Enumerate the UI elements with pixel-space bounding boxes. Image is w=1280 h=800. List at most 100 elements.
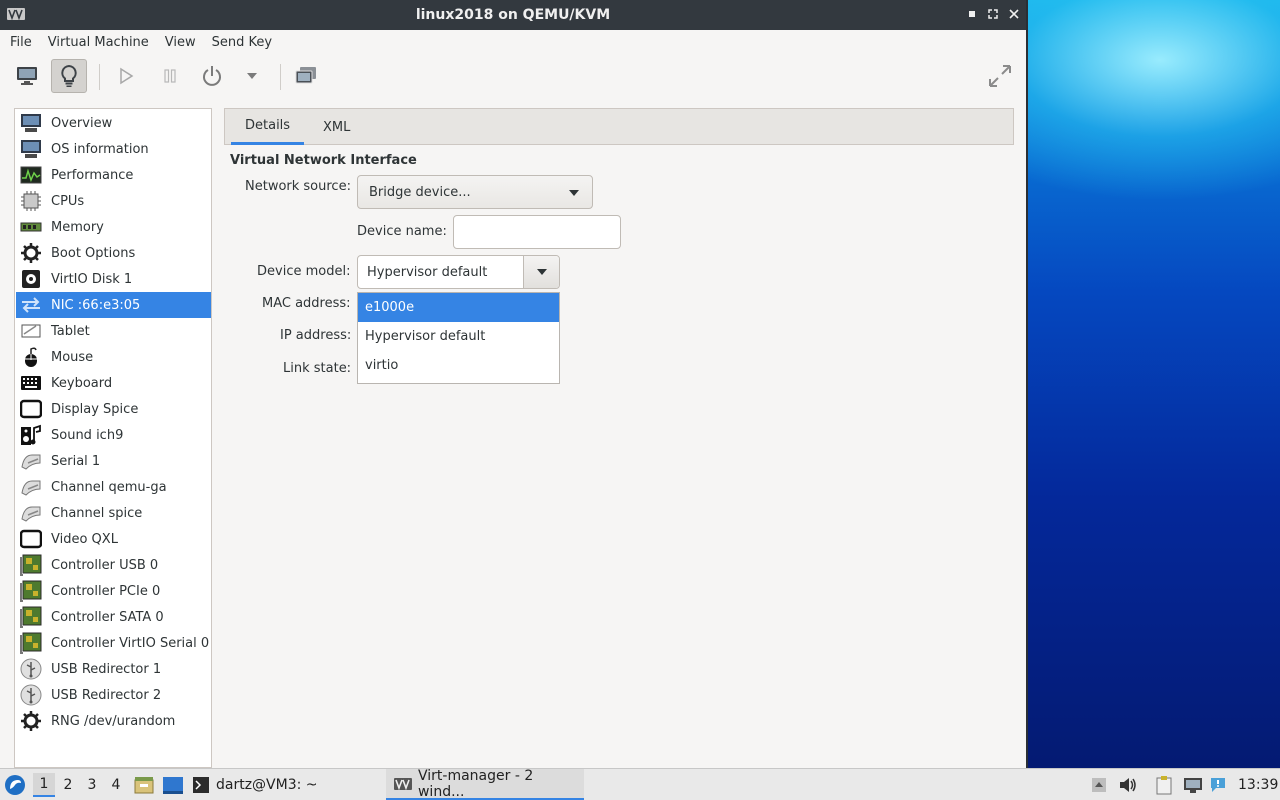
taskbar: 1 2 3 4 dartz@VM3: ~ Virt-manager - 2 wi… xyxy=(0,768,1280,800)
lightbulb-icon xyxy=(61,64,77,87)
sidebar-item-rng[interactable]: RNG /dev/urandom xyxy=(16,708,211,734)
menu-view[interactable]: View xyxy=(157,35,204,50)
sidebar-item-os-information[interactable]: OS information xyxy=(16,136,211,162)
shutdown-button[interactable] xyxy=(194,59,230,93)
terminal-task-label: dartz@VM3: ~ xyxy=(216,776,318,793)
mouse-icon xyxy=(19,346,43,368)
sidebar-item-boot-options[interactable]: Boot Options xyxy=(16,240,211,266)
lxqt-logo-icon xyxy=(5,774,25,795)
serial-cable-icon xyxy=(19,450,43,472)
workspace-4[interactable]: 4 xyxy=(105,773,127,797)
sidebar-item-performance[interactable]: Performance xyxy=(16,162,211,188)
sidebar-item-nic[interactable]: NIC :66:e3:05 xyxy=(16,292,211,318)
sidebar-item-virtio-disk-1[interactable]: VirtIO Disk 1 xyxy=(16,266,211,292)
workspace-3[interactable]: 3 xyxy=(81,773,103,797)
sidebar-item-controller-sata-0[interactable]: Controller SATA 0 xyxy=(16,604,211,630)
sidebar-item-controller-usb-0[interactable]: Controller USB 0 xyxy=(16,552,211,578)
serial-cable-icon xyxy=(19,502,43,524)
snapshots-button[interactable] xyxy=(288,59,324,93)
pause-button[interactable] xyxy=(152,59,188,93)
keyboard-icon xyxy=(19,372,43,394)
device-model-option-virtio[interactable]: virtio xyxy=(358,351,559,380)
device-model-option-hypervisor-default[interactable]: Hypervisor default xyxy=(358,322,559,351)
controller-card-icon xyxy=(19,606,43,628)
sidebar-item-sound-ich9[interactable]: Sound ich9 xyxy=(16,422,211,448)
fullscreen-icon xyxy=(989,65,1011,87)
menu-virtual-machine[interactable]: Virtual Machine xyxy=(40,35,157,50)
tray-network[interactable] xyxy=(1182,769,1204,800)
sidebar-item-controller-pcie-0[interactable]: Controller PCIe 0 xyxy=(16,578,211,604)
device-name-label: Device name: xyxy=(357,224,447,239)
network-arrows-icon xyxy=(19,294,43,316)
sidebar-item-serial-1[interactable]: Serial 1 xyxy=(16,448,211,474)
gear-icon xyxy=(19,242,43,264)
sidebar-item-overview[interactable]: Overview xyxy=(16,110,211,136)
tray-volume[interactable] xyxy=(1118,769,1138,800)
taskbar-task-terminal[interactable]: dartz@VM3: ~ xyxy=(192,769,378,800)
taskbar-task-virt-manager[interactable]: Virt-manager - 2 wind... xyxy=(386,767,584,800)
disk-icon xyxy=(19,268,43,290)
file-manager-launcher[interactable] xyxy=(134,769,154,800)
maximize-button[interactable] xyxy=(985,7,1001,23)
device-model-label: Device model: xyxy=(257,264,351,279)
network-source-combo[interactable]: Bridge device... xyxy=(357,175,593,209)
workspace-1[interactable]: 1 xyxy=(33,773,55,797)
menu-file[interactable]: File xyxy=(2,35,40,50)
device-model-option-e1000e[interactable]: e1000e xyxy=(358,293,559,322)
volume-icon xyxy=(1120,777,1136,792)
terminal-icon xyxy=(193,776,209,793)
controller-card-icon xyxy=(19,580,43,602)
vm-window: linux2018 on QEMU/KVM File Virtual Machi… xyxy=(0,0,1028,768)
minimize-button[interactable] xyxy=(964,7,980,23)
virtmanager-task-label: Virt-manager - 2 wind... xyxy=(417,767,534,800)
virt-manager-icon xyxy=(394,777,412,790)
device-name-input[interactable] xyxy=(453,215,621,249)
display-icon xyxy=(19,398,43,420)
sidebar-item-memory[interactable]: Memory xyxy=(16,214,211,240)
network-source-value: Bridge device... xyxy=(369,184,471,200)
show-details-button[interactable] xyxy=(51,59,87,93)
menu-send-key[interactable]: Send Key xyxy=(204,35,280,50)
run-button[interactable] xyxy=(108,59,144,93)
tab-xml[interactable]: XML xyxy=(309,109,364,145)
network-icon xyxy=(1184,777,1202,793)
tab-bar: Details XML xyxy=(224,108,1014,145)
sidebar-item-cpus[interactable]: CPUs xyxy=(16,188,211,214)
device-model-dropdown-button[interactable] xyxy=(523,256,559,288)
tray-arrow-icon xyxy=(1092,777,1106,792)
show-desktop-launcher[interactable] xyxy=(162,769,184,800)
sidebar-item-controller-virtio-serial-0[interactable]: Controller VirtIO Serial 0 xyxy=(16,630,211,656)
device-model-value: Hypervisor default xyxy=(367,264,488,280)
usb-icon xyxy=(19,684,43,706)
device-model-combo[interactable]: Hypervisor default xyxy=(357,255,560,289)
sidebar-item-display-spice[interactable]: Display Spice xyxy=(16,396,211,422)
sidebar-item-usb-redirector-2[interactable]: USB Redirector 2 xyxy=(16,682,211,708)
workspace-2[interactable]: 2 xyxy=(57,773,79,797)
sidebar-item-usb-redirector-1[interactable]: USB Redirector 1 xyxy=(16,656,211,682)
network-source-label: Network source: xyxy=(245,179,351,194)
start-menu-button[interactable] xyxy=(4,769,28,800)
sidebar-item-mouse[interactable]: Mouse xyxy=(16,344,211,370)
sidebar-item-tablet[interactable]: Tablet xyxy=(16,318,211,344)
sidebar-item-video-qxl[interactable]: Video QXL xyxy=(16,526,211,552)
shutdown-menu-button[interactable] xyxy=(234,59,270,93)
performance-graph-icon xyxy=(19,164,43,186)
show-console-button[interactable] xyxy=(9,59,45,93)
maximize-icon xyxy=(988,9,998,19)
play-icon xyxy=(120,67,134,85)
gear-icon xyxy=(19,710,43,732)
tray-show-hidden[interactable] xyxy=(1090,769,1108,800)
cpu-chip-icon xyxy=(19,190,43,212)
sidebar-item-keyboard[interactable]: Keyboard xyxy=(16,370,211,396)
toolbar-separator xyxy=(99,64,100,90)
clock[interactable]: 13:39 xyxy=(1238,769,1278,800)
fullscreen-button[interactable] xyxy=(982,59,1018,93)
sidebar-item-channel-qemu-ga[interactable]: Channel qemu-ga xyxy=(16,474,211,500)
close-icon xyxy=(1009,9,1019,19)
sidebar-item-channel-spice[interactable]: Channel spice xyxy=(16,500,211,526)
tray-clipboard[interactable] xyxy=(1154,769,1174,800)
tab-details[interactable]: Details xyxy=(231,109,305,145)
close-button[interactable] xyxy=(1006,7,1022,23)
tray-notification[interactable] xyxy=(1209,769,1227,800)
window-titlebar[interactable]: linux2018 on QEMU/KVM xyxy=(0,0,1026,30)
